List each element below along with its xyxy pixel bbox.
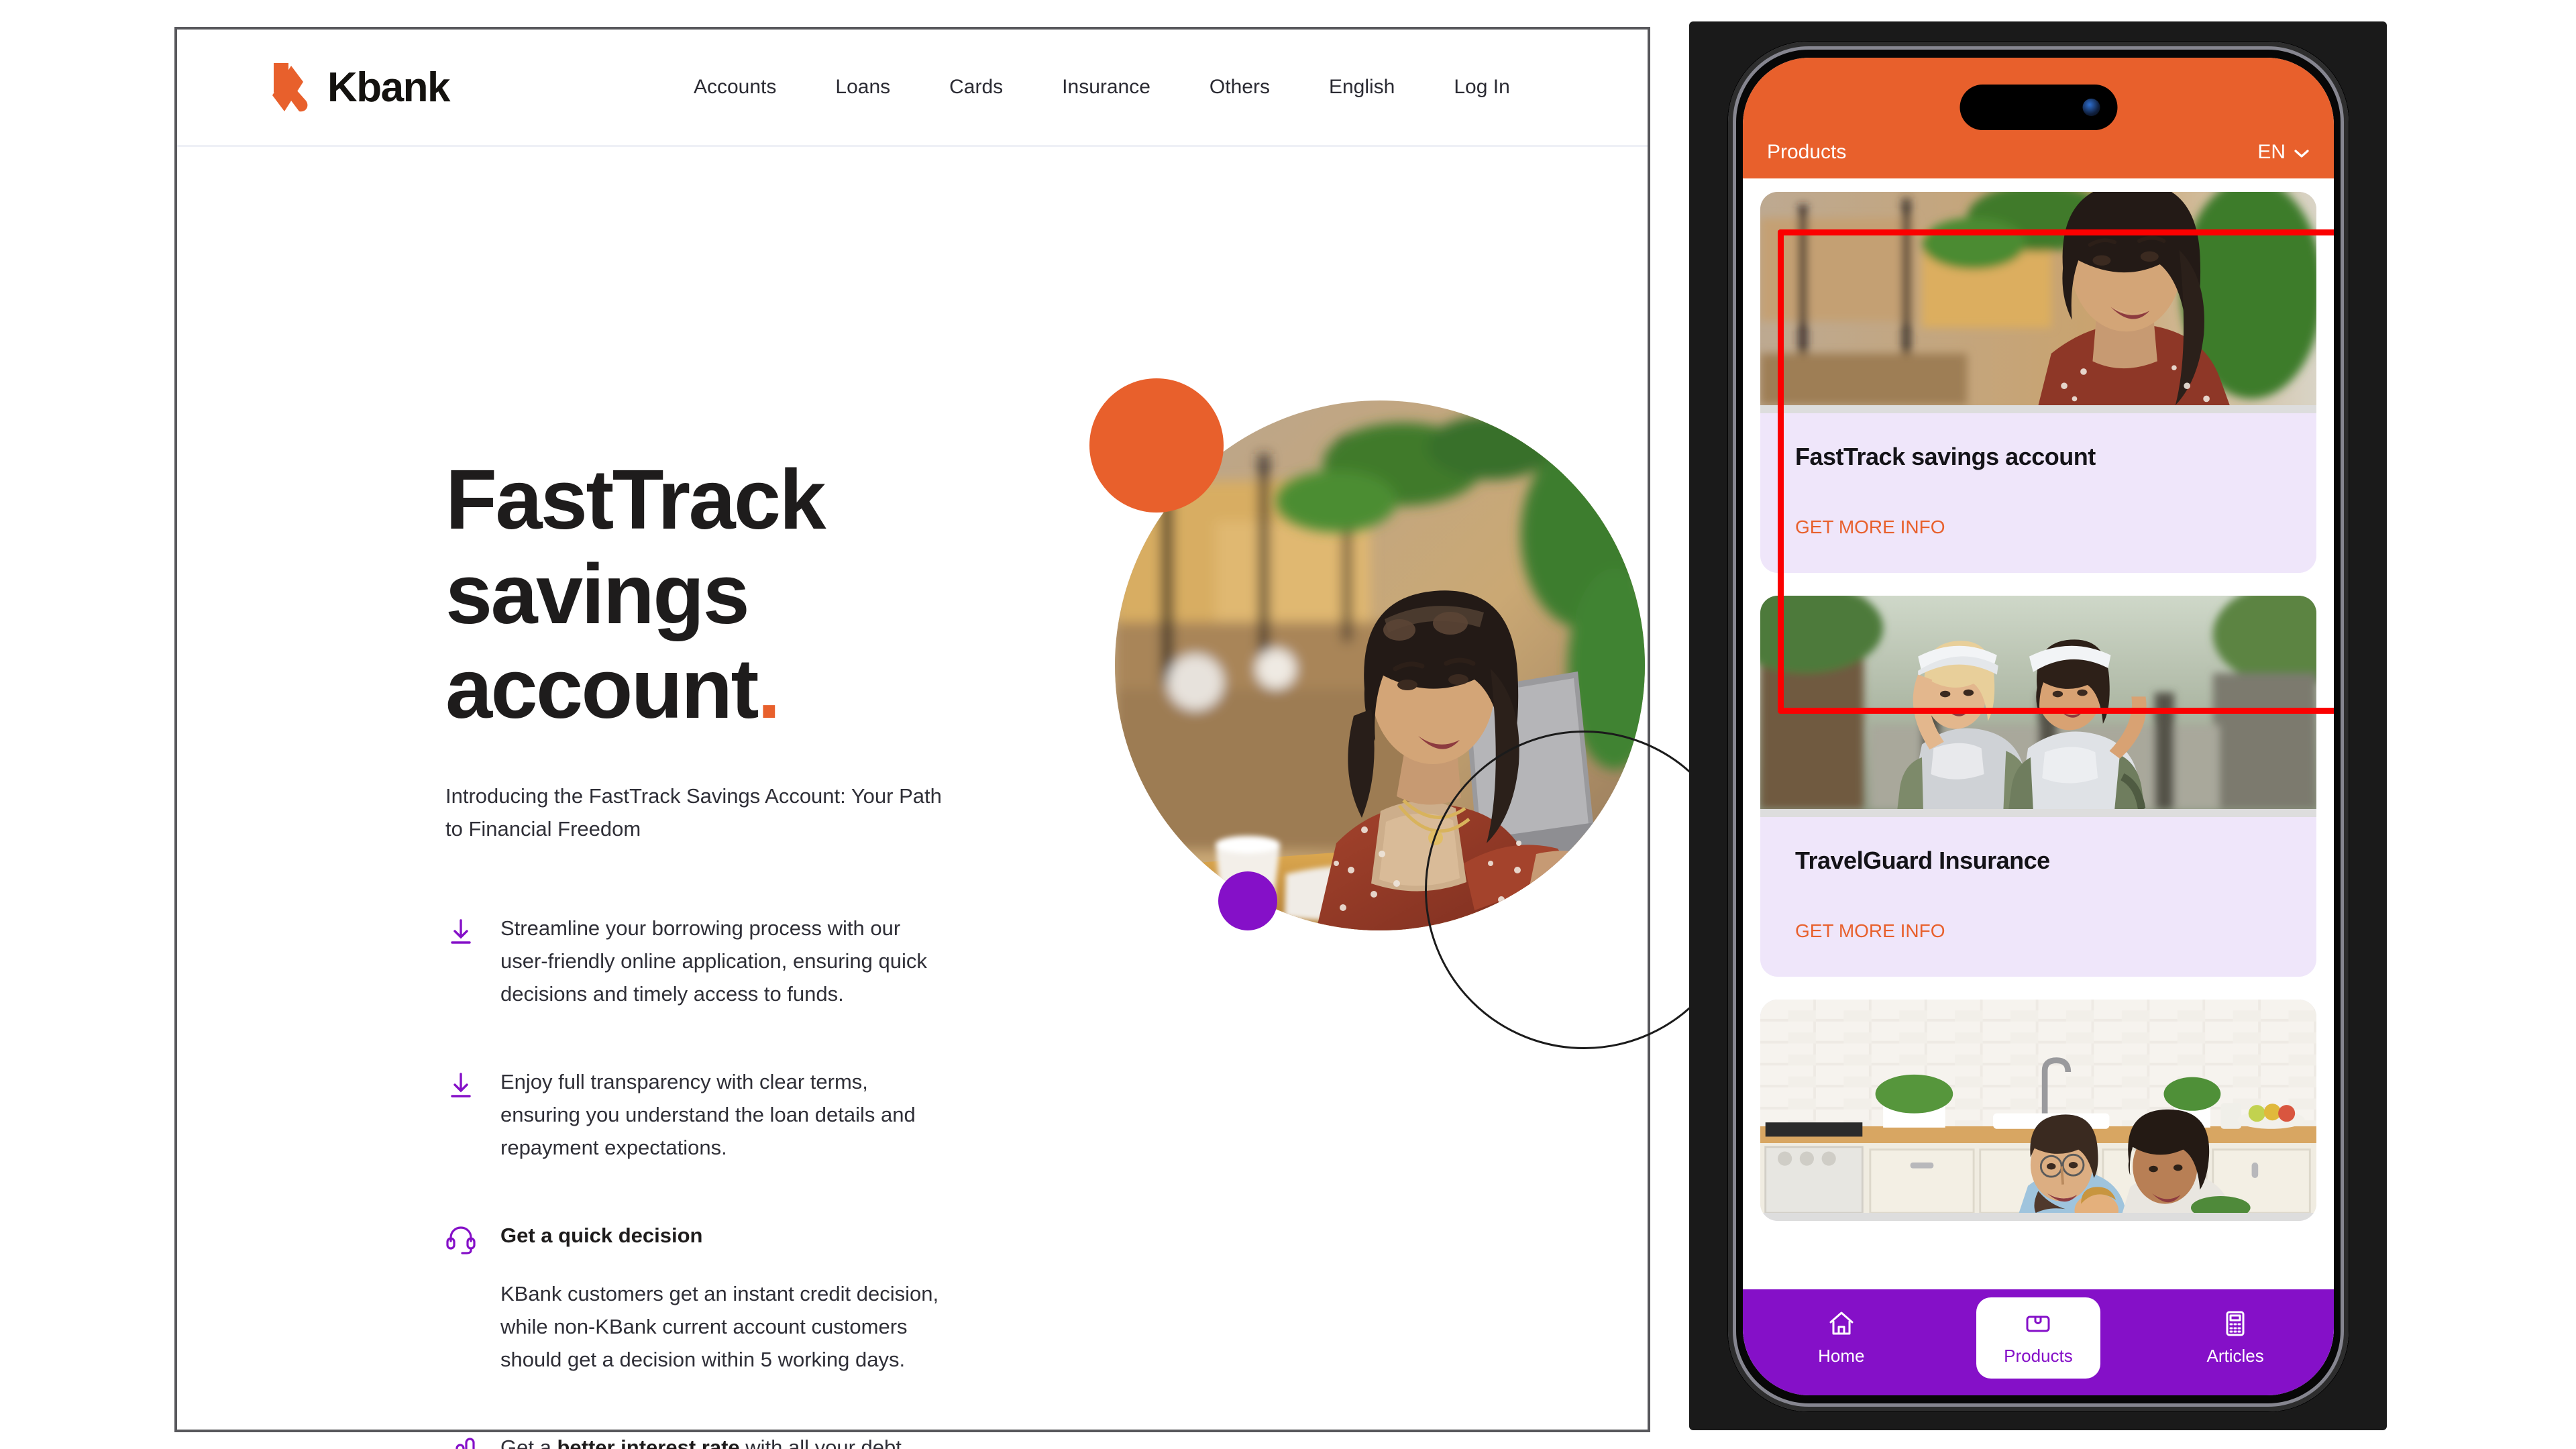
benefit-item: Streamline your borrowing process with o… [445, 912, 982, 1011]
product-card-travelguard[interactable]: TravelGuard Insurance GET MORE INFO [1760, 596, 2316, 977]
home-icon [1827, 1309, 1856, 1338]
nav-item-insurance[interactable]: Insurance [1032, 76, 1180, 99]
tab-home[interactable]: Home [1779, 1297, 1903, 1379]
product-card-third[interactable] [1760, 1000, 2316, 1221]
benefit-item: Enjoy full transparency with clear terms… [445, 1066, 982, 1165]
phone-mockup-stage: Products EN FastTrack savings account GE… [1689, 21, 2387, 1430]
language-selector[interactable]: EN [2257, 141, 2310, 164]
product-image [1760, 596, 2316, 817]
front-camera-icon [2082, 99, 2100, 116]
download-arrow-icon [445, 1070, 476, 1101]
headset-icon [445, 1224, 476, 1254]
app-topbar: Products EN [1743, 58, 2334, 178]
products-icon [2024, 1309, 2052, 1338]
brand-logo[interactable]: Kbank [271, 62, 450, 113]
get-more-info-link[interactable]: GET MORE INFO [1760, 875, 2316, 977]
benefit-heading: Get a quick decision [500, 1223, 703, 1247]
language-label: EN [2257, 141, 2286, 163]
product-title: TravelGuard Insurance [1795, 847, 2050, 874]
nav-item-cards[interactable]: Cards [920, 76, 1032, 99]
hero-copy: FastTrack savings account. Introducing t… [445, 452, 982, 1449]
hero-benefits-list: Streamline your borrowing process with o… [445, 912, 982, 1449]
hero-subtitle: Introducing the FastTrack Savings Accoun… [445, 784, 942, 841]
get-more-info-link[interactable]: GET MORE INFO [1760, 471, 2316, 573]
app-screen-title: Products [1767, 141, 1847, 163]
screenshot-stage: Kbank Accounts Loans Cards Insurance Oth… [0, 0, 2576, 1449]
benefit-text: Get a better interest rate with all your… [500, 1432, 943, 1449]
orange-circle-decoration [1089, 378, 1224, 513]
product-title: FastTrack savings account [1795, 443, 2096, 470]
purple-dot-decoration [1218, 871, 1277, 930]
phone-frame: Products EN FastTrack savings account GE… [1728, 42, 2349, 1411]
kbank-logo-mark-icon [271, 62, 313, 113]
download-arrow-icon [445, 916, 476, 947]
products-list[interactable]: FastTrack savings account GET MORE INFO [1743, 178, 2334, 1366]
benefit-text-bold: better interest rate [557, 1435, 740, 1449]
benefit-text: Streamline your borrowing process with o… [500, 916, 927, 1006]
benefit-text: Enjoy full transparency with clear terms… [500, 1069, 916, 1159]
page-title: FastTrack savings account. [445, 452, 982, 736]
product-image [1760, 1000, 2316, 1221]
nav-item-loans[interactable]: Loans [806, 76, 920, 99]
phone-screen: Products EN FastTrack savings account GE… [1743, 58, 2334, 1395]
hero-title-line-2: savings [445, 547, 750, 642]
site-header: Kbank Accounts Loans Cards Insurance Oth… [177, 30, 1648, 147]
tab-home-label: Home [1818, 1345, 1865, 1366]
brand-name: Kbank [327, 64, 450, 111]
main-navigation: Accounts Loans Cards Insurance Others En… [664, 76, 1540, 99]
articles-icon [2221, 1309, 2249, 1338]
desktop-browser-panel: Kbank Accounts Loans Cards Insurance Oth… [174, 27, 1743, 1449]
chevron-down-icon [2294, 141, 2310, 164]
tab-articles[interactable]: Articles [2174, 1297, 2298, 1379]
benefit-text-pre: Get a [500, 1435, 557, 1449]
nav-item-english[interactable]: English [1299, 76, 1424, 99]
nav-item-accounts[interactable]: Accounts [664, 76, 806, 99]
product-card-fasttrack[interactable]: FastTrack savings account GET MORE INFO [1760, 192, 2316, 573]
product-image [1760, 192, 2316, 413]
hero-title-line-1: FastTrack [445, 452, 826, 547]
tab-products-label: Products [2004, 1345, 2073, 1366]
benefit-subtext: KBank customers get an instant credit de… [500, 1281, 939, 1371]
hero-title-line-3: account [445, 641, 759, 737]
benefit-text: Get a quick decision KBank customers get… [500, 1220, 943, 1377]
tab-products[interactable]: Products [1976, 1297, 2100, 1379]
hero-section: FastTrack savings account. Introducing t… [177, 147, 1743, 1449]
benefit-item: Get a better interest rate with all your… [445, 1432, 982, 1449]
dynamic-island [1960, 85, 2117, 130]
bar-chart-icon [445, 1436, 476, 1449]
nav-item-others[interactable]: Others [1180, 76, 1299, 99]
nav-item-login[interactable]: Log In [1424, 76, 1539, 99]
hero-title-period: . [757, 641, 781, 737]
tab-articles-label: Articles [2206, 1345, 2264, 1366]
benefit-item: Get a quick decision KBank customers get… [445, 1220, 982, 1377]
bottom-tab-bar: Home Products Articles [1743, 1289, 2334, 1395]
